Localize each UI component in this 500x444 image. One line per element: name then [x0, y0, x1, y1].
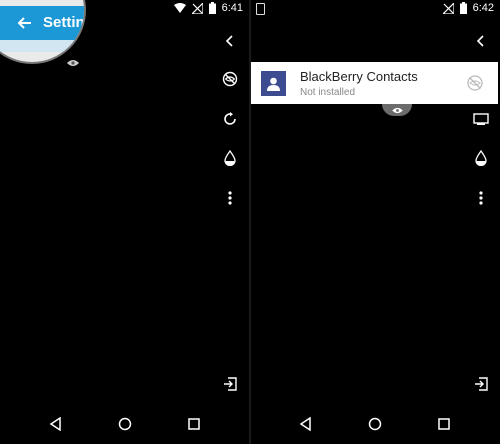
chevron-left-icon: [225, 35, 233, 47]
notification-title: BlackBerry Contacts: [300, 69, 418, 84]
navigation-bar: [0, 404, 249, 444]
recents-icon: [188, 418, 200, 430]
magnifier-lens[interactable]: Settin: [0, 0, 86, 64]
exit-icon: [224, 377, 237, 391]
exit-button[interactable]: [221, 375, 239, 393]
status-bar: 6:42: [251, 0, 500, 20]
recents-button[interactable]: [434, 414, 454, 434]
eye-icon: [391, 107, 403, 113]
notification-subtitle: Not installed: [300, 87, 356, 98]
eye-icon[interactable]: [67, 59, 79, 67]
more-vert-icon: [479, 191, 483, 205]
floating-sidebar: [211, 20, 249, 400]
rotate-button[interactable]: [221, 110, 239, 128]
more-vert-icon: [228, 191, 232, 205]
home-button[interactable]: [365, 414, 385, 434]
exit-icon: [475, 377, 488, 391]
recents-icon: [438, 418, 450, 430]
left-screen: 6:41 Settin: [0, 0, 249, 444]
right-screen: 6:42 BlackBerry Contacts Not installed: [251, 0, 500, 444]
back-button[interactable]: [46, 414, 66, 434]
person-icon: [267, 77, 280, 91]
home-icon: [368, 417, 382, 431]
more-button[interactable]: [221, 189, 239, 207]
cast-icon: [473, 112, 489, 125]
back-arrow-icon[interactable]: [16, 14, 34, 32]
battery-icon: [208, 2, 216, 14]
contacts-app-icon: [261, 71, 286, 96]
collapse-button[interactable]: [221, 32, 239, 50]
expand-tab[interactable]: [382, 104, 412, 116]
exit-button[interactable]: [472, 375, 490, 393]
rotate-icon: [224, 112, 236, 125]
drop-icon: [224, 150, 236, 166]
color-button[interactable]: [221, 149, 239, 167]
back-button[interactable]: [296, 414, 316, 434]
collapse-button[interactable]: [472, 32, 490, 50]
wifi-icon: [173, 3, 186, 13]
home-button[interactable]: [115, 414, 135, 434]
no-signal-icon: [191, 2, 203, 14]
app-bar-title: Settin: [43, 14, 85, 31]
notification-card[interactable]: BlackBerry Contacts Not installed: [251, 62, 498, 104]
cast-button[interactable]: [472, 110, 490, 128]
chevron-left-icon: [476, 35, 484, 47]
battery-icon: [459, 2, 467, 14]
back-icon: [49, 417, 61, 431]
status-time: 6:42: [472, 2, 494, 14]
recents-button[interactable]: [184, 414, 204, 434]
navigation-bar: [251, 404, 500, 444]
color-button[interactable]: [472, 149, 490, 167]
hide-button[interactable]: [221, 70, 239, 88]
more-button[interactable]: [472, 189, 490, 207]
status-time: 6:41: [221, 2, 243, 14]
eye-off-icon: [222, 71, 238, 87]
floating-sidebar: [462, 20, 500, 400]
drop-icon: [475, 150, 487, 166]
no-signal-icon: [442, 2, 454, 14]
back-icon: [299, 417, 311, 431]
sim-icon: [256, 3, 265, 15]
home-icon: [118, 417, 132, 431]
